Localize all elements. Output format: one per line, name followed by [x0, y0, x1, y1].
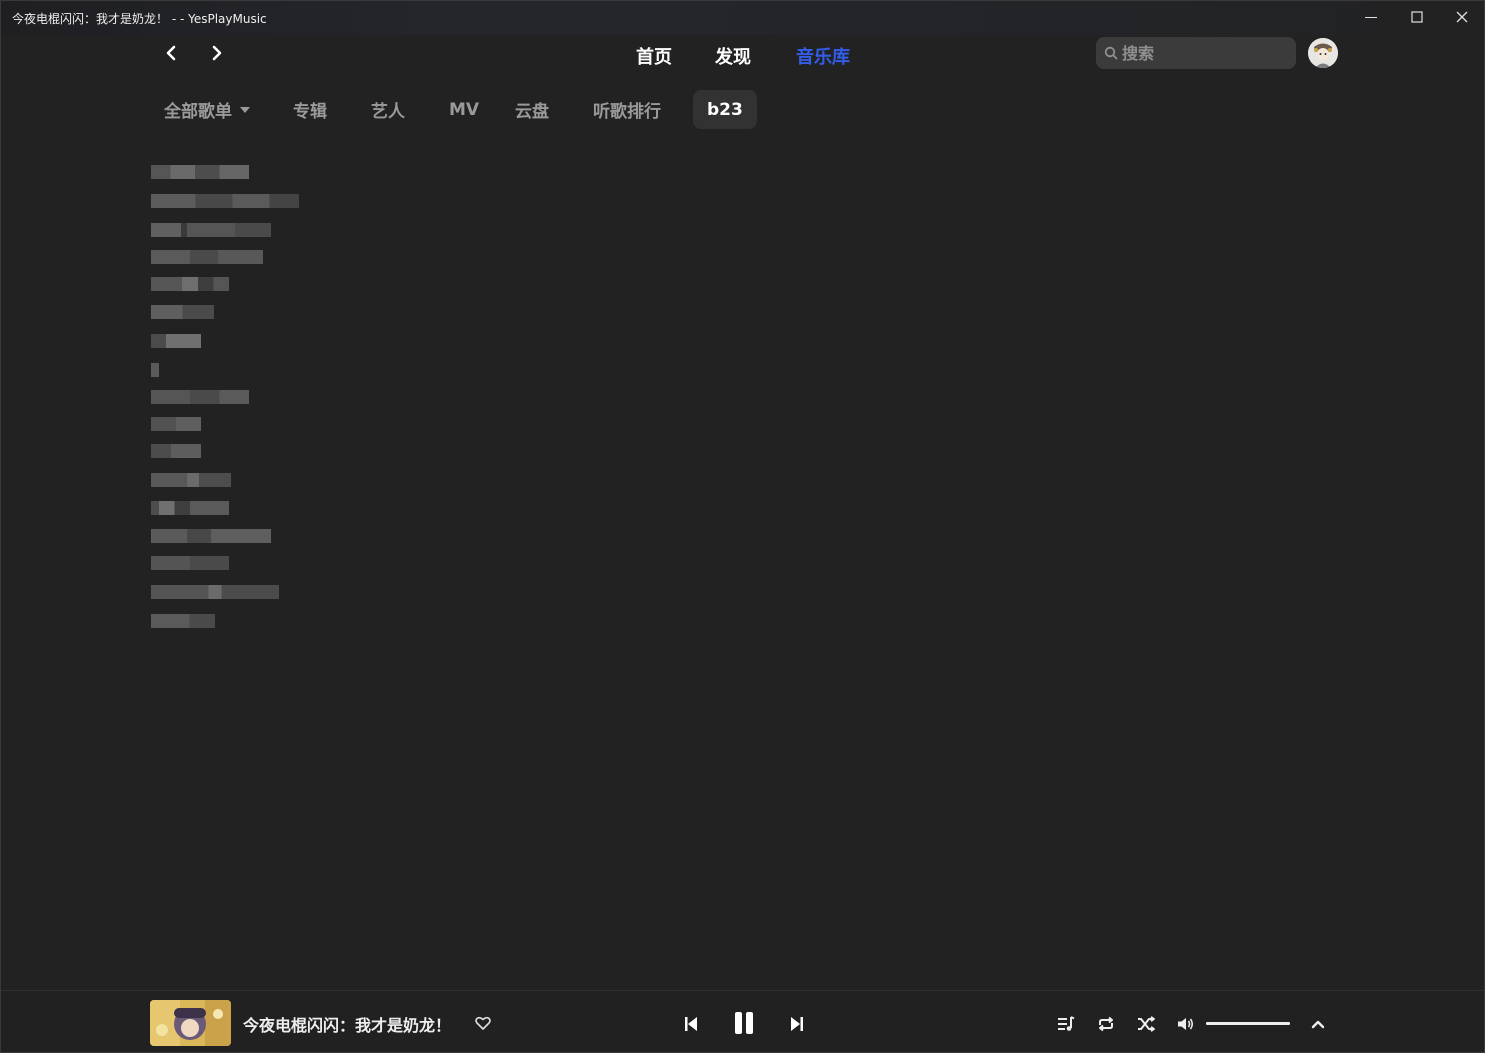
pause-button[interactable] [730, 1009, 758, 1037]
forward-button[interactable] [205, 41, 229, 65]
skip-previous-icon [685, 1017, 697, 1031]
caret-down-icon [240, 106, 250, 113]
tab-all-playlists-label: 全部歌单 [164, 102, 232, 122]
list-item[interactable] [151, 388, 249, 406]
list-item[interactable] [151, 554, 229, 572]
volume-slider[interactable] [1206, 1022, 1290, 1025]
list-item[interactable] [151, 221, 271, 239]
search-icon [1104, 46, 1118, 60]
tab-explore[interactable]: 发现 [715, 43, 751, 69]
back-button[interactable] [159, 41, 183, 65]
repeat-icon [1099, 1016, 1113, 1032]
close-icon [1456, 11, 1468, 23]
title-bar[interactable]: 今夜电棍闪闪：我才是奶龙！ - - YesPlayMusic [1, 1, 1484, 35]
list-item[interactable] [151, 275, 229, 293]
queue-button[interactable] [1055, 1013, 1077, 1035]
list-item[interactable] [151, 415, 201, 433]
skip-next-icon [791, 1017, 803, 1031]
app-window: 今夜电棍闪闪：我才是奶龙！ - - YesPlayMusic 首页 发现 音乐库 [0, 0, 1485, 1053]
tab-albums[interactable]: 专辑 [279, 90, 341, 129]
expand-lyrics-button[interactable] [1307, 1013, 1329, 1035]
tab-b23[interactable]: b23 [693, 90, 757, 129]
volume-icon [1178, 1018, 1194, 1030]
minimize-button[interactable] [1348, 1, 1394, 33]
tab-play-history[interactable]: 听歌排行 [579, 90, 675, 129]
minimize-icon [1365, 17, 1377, 18]
maximize-button[interactable] [1394, 1, 1440, 33]
window-title: 今夜电棍闪闪：我才是奶龙！ - - YesPlayMusic [12, 12, 267, 26]
close-button[interactable] [1439, 1, 1484, 33]
search-input[interactable] [1122, 41, 1286, 65]
tab-artists[interactable]: 艺人 [357, 90, 419, 129]
list-item[interactable] [151, 583, 279, 601]
list-item[interactable] [151, 332, 201, 350]
user-avatar[interactable] [1308, 38, 1338, 68]
tab-all-playlists[interactable]: 全部歌单 [150, 90, 264, 129]
avatar-image [1308, 38, 1338, 68]
maximize-icon [1411, 11, 1423, 23]
playlist-queue-icon [1058, 1016, 1075, 1031]
tab-home[interactable]: 首页 [636, 43, 672, 69]
list-item[interactable] [151, 303, 214, 321]
like-button[interactable] [473, 1013, 493, 1033]
list-item[interactable] [151, 192, 299, 210]
tab-mv[interactable]: MV [435, 90, 493, 129]
list-item[interactable] [151, 442, 201, 460]
previous-button[interactable] [680, 1013, 702, 1035]
track-title[interactable]: 今夜电棍闪闪：我才是奶龙！ [243, 1012, 451, 1036]
list-item[interactable] [151, 499, 229, 517]
volume-slider-fill [1206, 1022, 1290, 1025]
search-box[interactable] [1096, 37, 1296, 69]
tab-cloud-disk[interactable]: 云盘 [501, 90, 563, 129]
player-bar: 今夜电棍闪闪：我才是奶龙！ [1, 990, 1484, 1052]
album-cover[interactable] [150, 1000, 231, 1046]
list-item[interactable] [151, 612, 215, 630]
list-item[interactable] [151, 471, 231, 489]
shuffle-button[interactable] [1135, 1013, 1157, 1035]
list-item[interactable] [151, 163, 249, 181]
pause-icon [735, 1012, 753, 1034]
list-item[interactable] [151, 248, 263, 266]
chevron-left-icon [166, 45, 176, 61]
list-item[interactable] [151, 527, 271, 545]
chevron-right-icon [212, 45, 222, 61]
tab-library[interactable]: 音乐库 [796, 43, 850, 69]
album-cover-image [150, 1000, 231, 1046]
shuffle-icon [1138, 1016, 1155, 1032]
next-button[interactable] [786, 1013, 808, 1035]
volume-button[interactable] [1175, 1013, 1197, 1035]
heart-icon [475, 1016, 491, 1030]
repeat-button[interactable] [1095, 1013, 1117, 1035]
list-item[interactable] [151, 361, 159, 379]
chevron-up-icon [1311, 1020, 1325, 1029]
